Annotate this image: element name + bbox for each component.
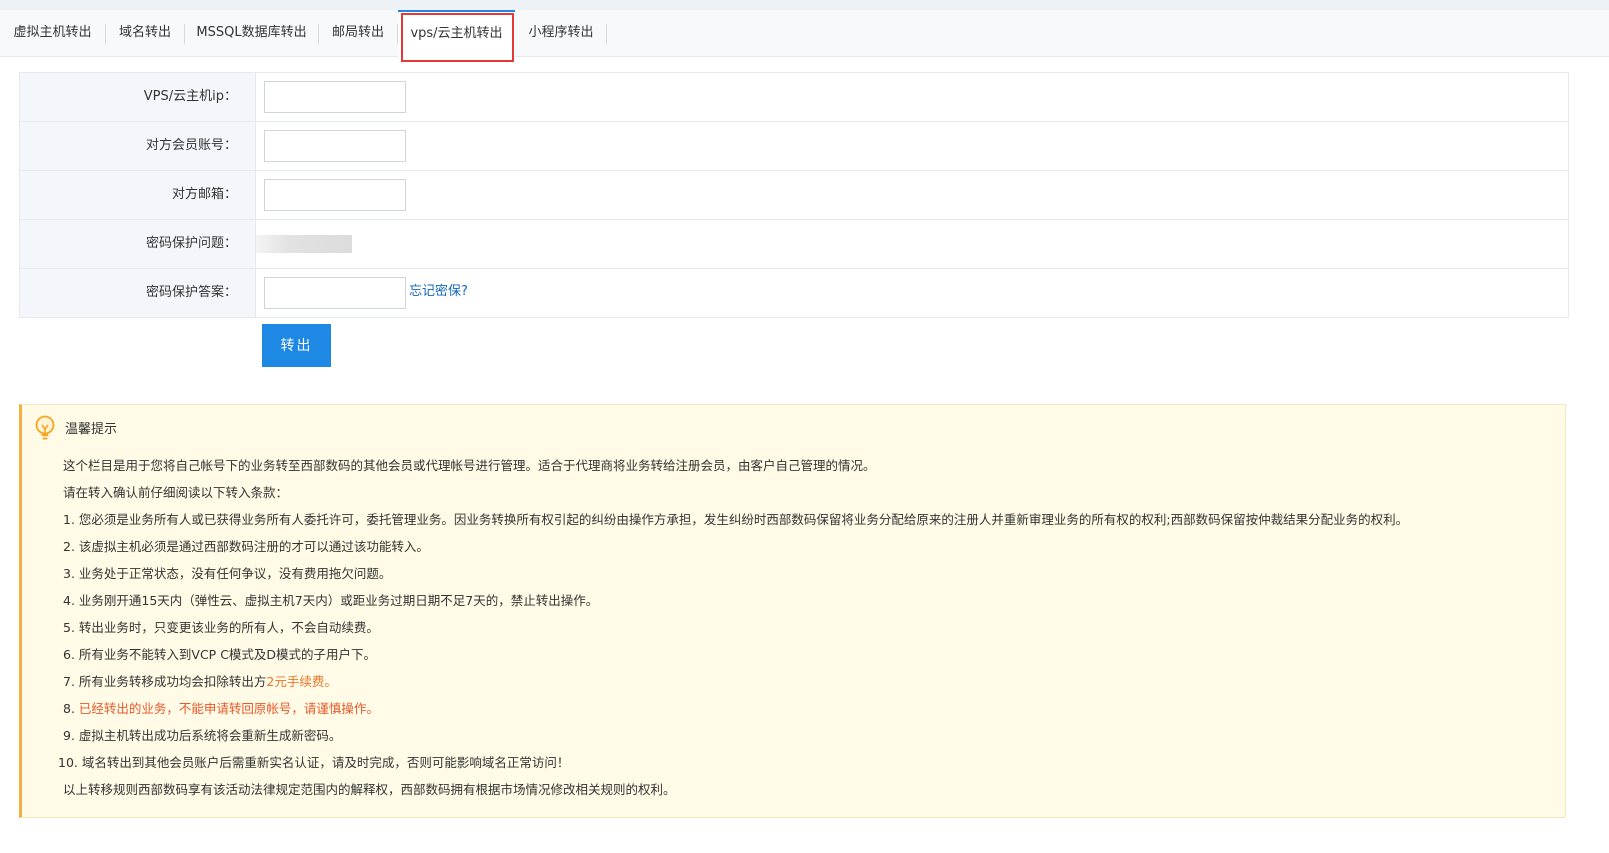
top-strip — [0, 0, 1609, 10]
transfer-form: VPS/云主机ip： 对方会员账号： 对方邮箱： 密码保护问题： 密码保护答案：… — [19, 72, 1569, 318]
tips-item-number: 8. — [63, 701, 79, 716]
warning-highlight: 已经转出的业务，不能申请转回原帐号，请谨慎操作。 — [78, 701, 379, 716]
account-input[interactable] — [264, 130, 406, 162]
email-input[interactable] — [264, 179, 406, 211]
question-label: 密码保护问题： — [20, 220, 256, 268]
tips-intro: 请在转入确认前仔细阅读以下转入条款： — [63, 485, 289, 500]
account-label: 对方会员账号： — [20, 122, 256, 170]
tips-item: 10. 域名转出到其他会员账户后需重新实名认证，请及时完成，否则可能影响域名正常… — [58, 755, 570, 770]
lightbulb-icon — [35, 415, 55, 440]
tips-item: 5. 转出业务时，只变更该业务的所有人，不会自动续费。 — [63, 620, 379, 635]
transfer-out-button[interactable]: 转出 — [262, 324, 331, 367]
tips-item: 7. 所有业务转移成功均会扣除转出方2元手续费。 — [63, 671, 337, 690]
tips-outro: 以上转移规则西部数码享有该活动法律规定范围内的解释权，西部数码拥有根据市场情况修… — [63, 782, 676, 797]
tips-title: 温馨提示 — [65, 422, 118, 437]
tab-divider — [606, 24, 607, 44]
tips-panel: 温馨提示 这个栏目是用于您将自己帐号下的业务转至西部数码的其他会员或代理帐号进行… — [19, 404, 1566, 818]
email-label: 对方邮箱： — [20, 171, 256, 219]
question-row: 密码保护问题： — [20, 220, 1568, 269]
tips-item: 2. 该虚拟主机必须是通过西部数码注册的才可以通过该功能转入。 — [63, 539, 429, 554]
email-row: 对方邮箱： — [20, 171, 1568, 220]
ip-label: VPS/云主机ip： — [20, 73, 256, 121]
tips-item: 6. 所有业务不能转入到VCP C模式及D模式的子用户下。 — [63, 647, 377, 662]
tips-item: 4. 业务刚开通15天内（弹性云、虚拟主机7天内）或距业务过期日期不足7天的，禁… — [63, 593, 599, 608]
tab-virtual-host[interactable]: 虚拟主机转出 — [0, 10, 105, 56]
answer-label: 密码保护答案： — [20, 269, 256, 317]
tab-mini-program[interactable]: 小程序转出 — [516, 10, 606, 56]
question-value-redacted — [256, 235, 352, 253]
fee-highlight: 2元手续费。 — [266, 674, 337, 689]
tips-item-text: 7. 所有业务转移成功均会扣除转出方 — [63, 674, 267, 689]
tab-domain[interactable]: 域名转出 — [106, 10, 184, 56]
tab-mail[interactable]: 邮局转出 — [319, 10, 397, 56]
forgot-security-link[interactable]: 忘记密保? — [409, 269, 468, 317]
tips-item: 9. 虚拟主机转出成功后系统将会重新生成新密码。 — [63, 728, 342, 743]
answer-input[interactable] — [264, 277, 406, 309]
account-row: 对方会员账号： — [20, 122, 1568, 171]
ip-row: VPS/云主机ip： — [20, 73, 1568, 122]
tab-mssql[interactable]: MSSQL数据库转出 — [185, 10, 318, 56]
tips-item: 8. 已经转出的业务，不能申请转回原帐号，请谨慎操作。 — [63, 698, 379, 717]
highlight-box — [401, 13, 514, 62]
tips-item: 3. 业务处于正常状态，没有任何争议，没有费用拖欠问题。 — [63, 566, 392, 581]
tips-item: 1. 您必须是业务所有人或已获得业务所有人委托许可，委托管理业务。因业务转换所有… — [63, 512, 1409, 527]
ip-input[interactable] — [264, 81, 406, 113]
tab-bar: 虚拟主机转出 域名转出 MSSQL数据库转出 邮局转出 vps/云主机转出 小程… — [0, 10, 1609, 58]
tips-intro: 这个栏目是用于您将自己帐号下的业务转至西部数码的其他会员或代理帐号进行管理。适合… — [63, 458, 876, 473]
answer-row: 密码保护答案： 忘记密保? — [20, 269, 1568, 318]
